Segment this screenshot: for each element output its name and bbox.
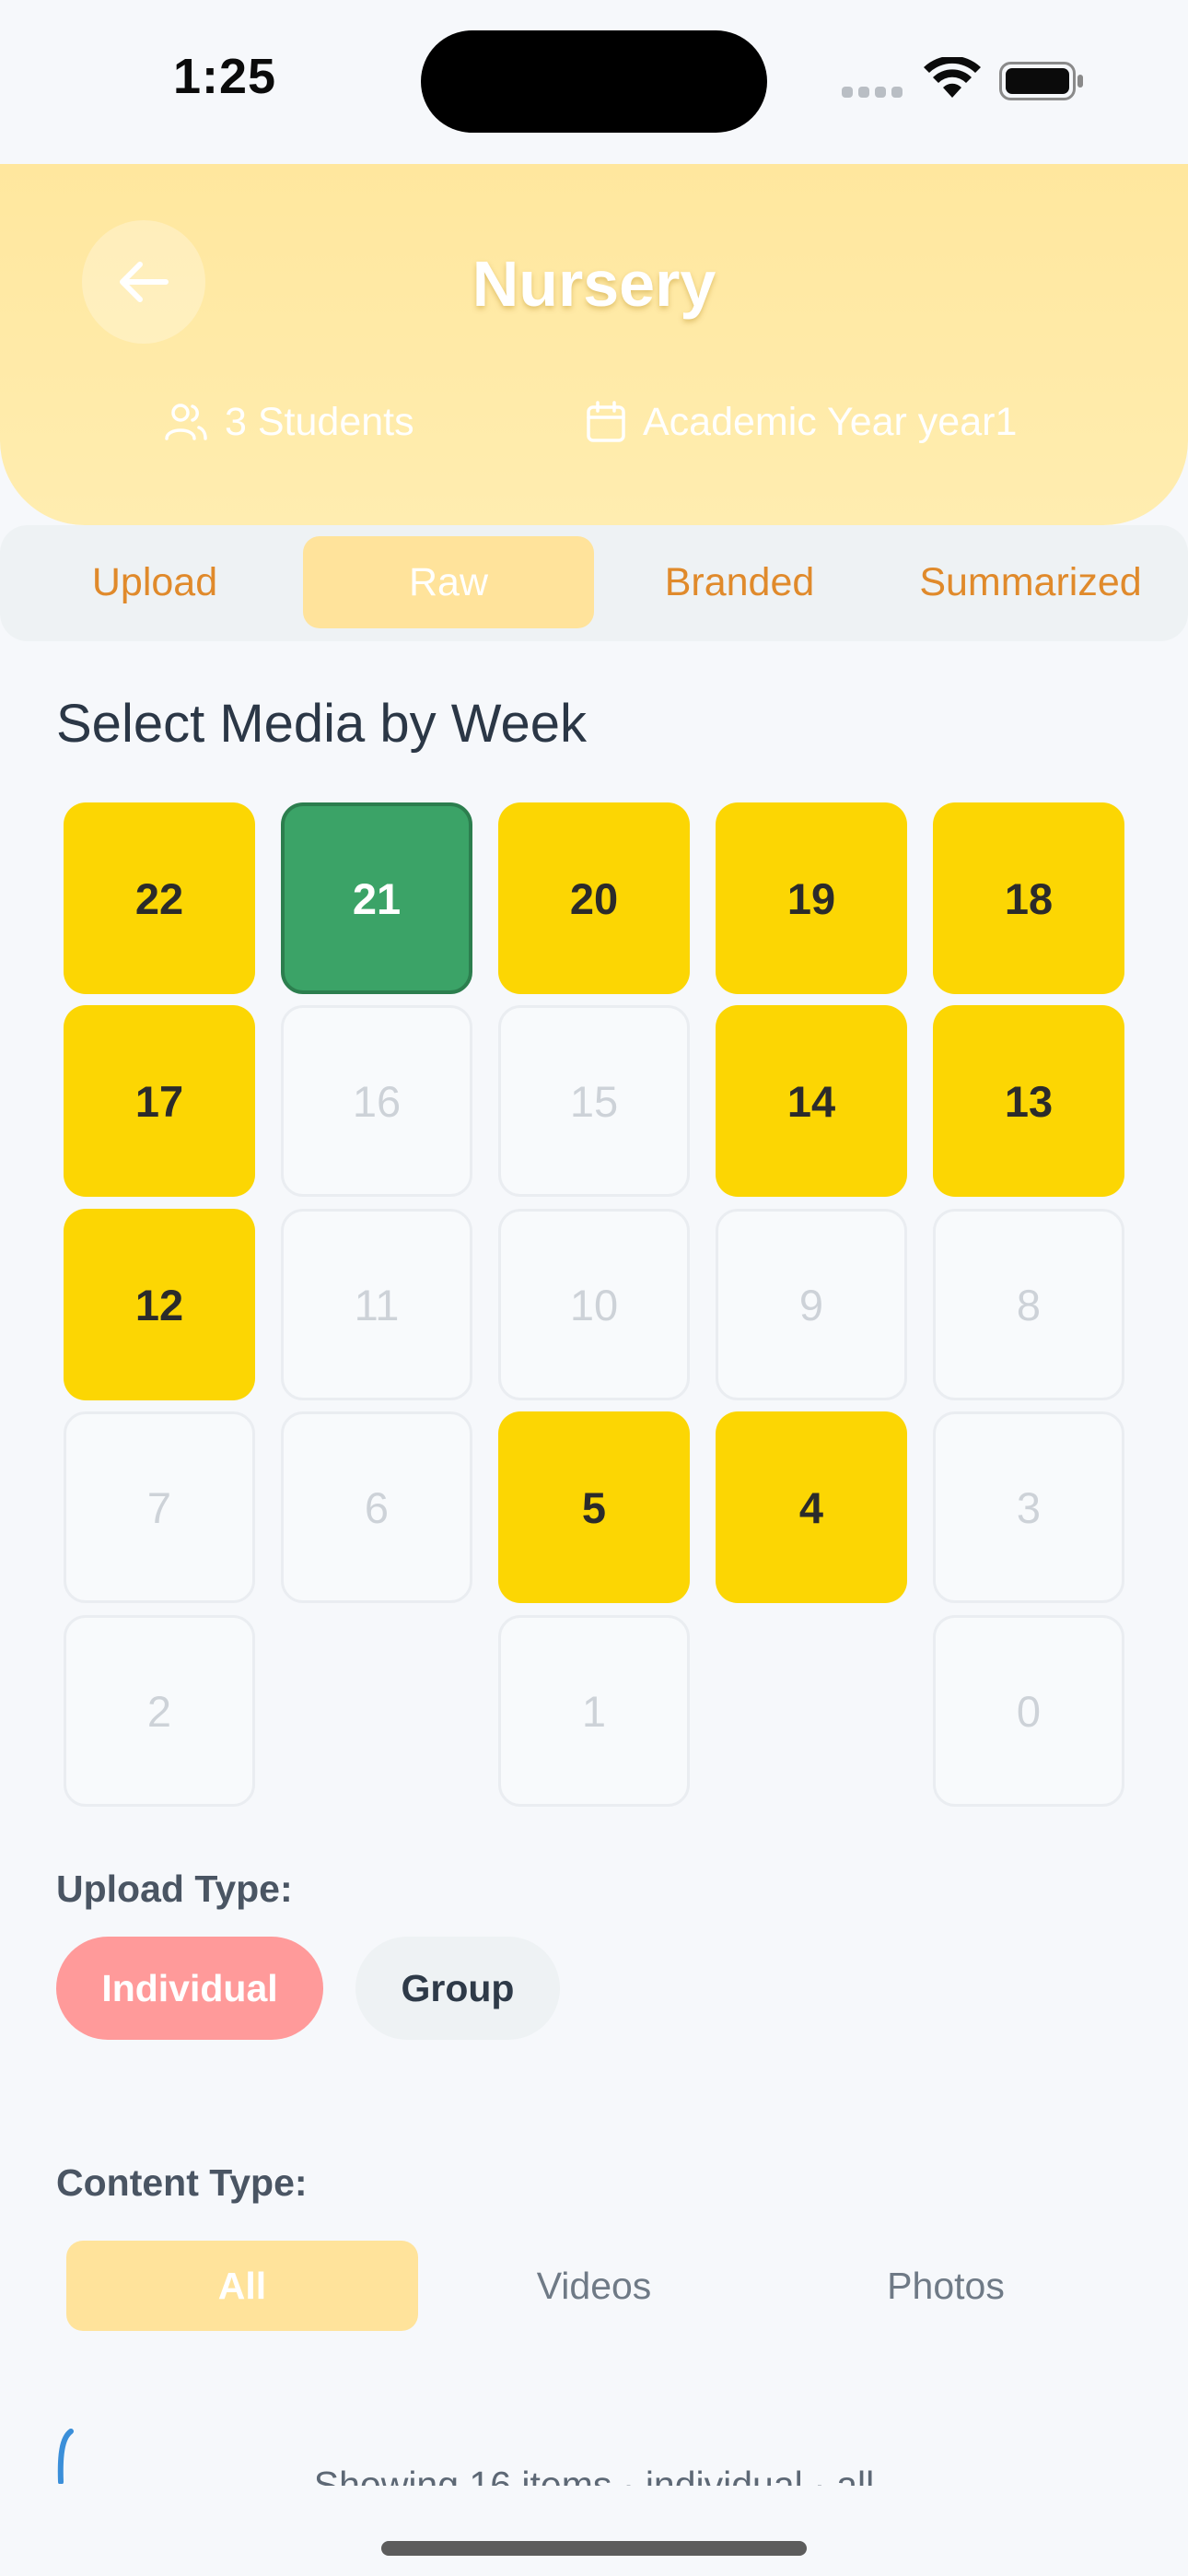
dynamic-island bbox=[421, 30, 767, 133]
content-type-videos[interactable]: Videos bbox=[418, 2241, 770, 2331]
week-cell[interactable]: 16 bbox=[281, 1005, 472, 1197]
content-type-all[interactable]: All bbox=[66, 2241, 418, 2331]
week-cell[interactable]: 2 bbox=[64, 1615, 255, 1807]
content-type-photos[interactable]: Photos bbox=[770, 2241, 1122, 2331]
students-count: 3 Students bbox=[164, 394, 414, 450]
week-cell[interactable]: 9 bbox=[716, 1209, 907, 1400]
week-cell[interactable]: 10 bbox=[498, 1209, 690, 1400]
week-cell[interactable]: 8 bbox=[933, 1209, 1124, 1400]
home-indicator[interactable] bbox=[381, 2541, 807, 2556]
class-header: Nursery 3 Students Academic Year year1 bbox=[0, 164, 1188, 525]
week-cell[interactable]: 12 bbox=[64, 1209, 255, 1400]
upload-type-group[interactable]: Group bbox=[355, 1937, 560, 2040]
items-summary: Showing 16 items · individual · all bbox=[0, 2462, 1188, 2486]
week-cell[interactable]: 17 bbox=[64, 1005, 255, 1197]
week-cell[interactable]: 20 bbox=[498, 802, 690, 994]
week-cell[interactable]: 1 bbox=[498, 1615, 690, 1807]
week-cell[interactable]: 6 bbox=[281, 1411, 472, 1603]
tab-summarized[interactable]: Summarized bbox=[885, 536, 1176, 628]
week-cell[interactable]: 5 bbox=[498, 1411, 690, 1603]
students-label: 3 Students bbox=[225, 399, 414, 444]
upload-type-individual[interactable]: Individual bbox=[56, 1937, 323, 2040]
week-cell[interactable]: 4 bbox=[716, 1411, 907, 1603]
week-cell[interactable]: 11 bbox=[281, 1209, 472, 1400]
page-title: Nursery bbox=[472, 248, 716, 320]
week-cell[interactable]: 3 bbox=[933, 1411, 1124, 1603]
screen: 1:25 Nursery 3 Students Academic Year ye… bbox=[0, 0, 1188, 2576]
week-cell[interactable]: 0 bbox=[933, 1615, 1124, 1807]
academic-year-label: Academic Year year1 bbox=[643, 399, 1018, 444]
tab-branded[interactable]: Branded bbox=[594, 536, 885, 628]
upload-type-label: Upload Type: bbox=[56, 1868, 293, 1910]
week-cell[interactable]: 21 bbox=[281, 802, 472, 994]
week-cell[interactable]: 7 bbox=[64, 1411, 255, 1603]
week-cell[interactable]: 22 bbox=[64, 802, 255, 994]
media-tabs: Upload Raw Branded Summarized bbox=[0, 525, 1188, 641]
signal-icon bbox=[842, 87, 904, 100]
section-title: Select Media by Week bbox=[56, 694, 587, 754]
tab-raw[interactable]: Raw bbox=[303, 536, 594, 628]
academic-year: Academic Year year1 bbox=[586, 394, 1017, 450]
students-icon bbox=[165, 404, 207, 440]
week-cell[interactable]: 15 bbox=[498, 1005, 690, 1197]
bottom-safe-area bbox=[0, 2486, 1188, 2576]
status-time: 1:25 bbox=[173, 49, 277, 104]
content-type-label: Content Type: bbox=[56, 2161, 308, 2204]
status-bar: 1:25 bbox=[0, 0, 1188, 164]
week-cell[interactable]: 18 bbox=[933, 802, 1124, 994]
calendar-icon bbox=[587, 401, 625, 442]
week-cell[interactable]: 13 bbox=[933, 1005, 1124, 1197]
week-cell[interactable]: 19 bbox=[716, 802, 907, 994]
battery-icon bbox=[999, 62, 1083, 100]
items-summary-text: Showing 16 items · individual · all bbox=[313, 2464, 875, 2486]
tab-upload[interactable]: Upload bbox=[9, 536, 300, 628]
week-cell[interactable]: 14 bbox=[716, 1005, 907, 1197]
wifi-icon bbox=[924, 57, 981, 98]
